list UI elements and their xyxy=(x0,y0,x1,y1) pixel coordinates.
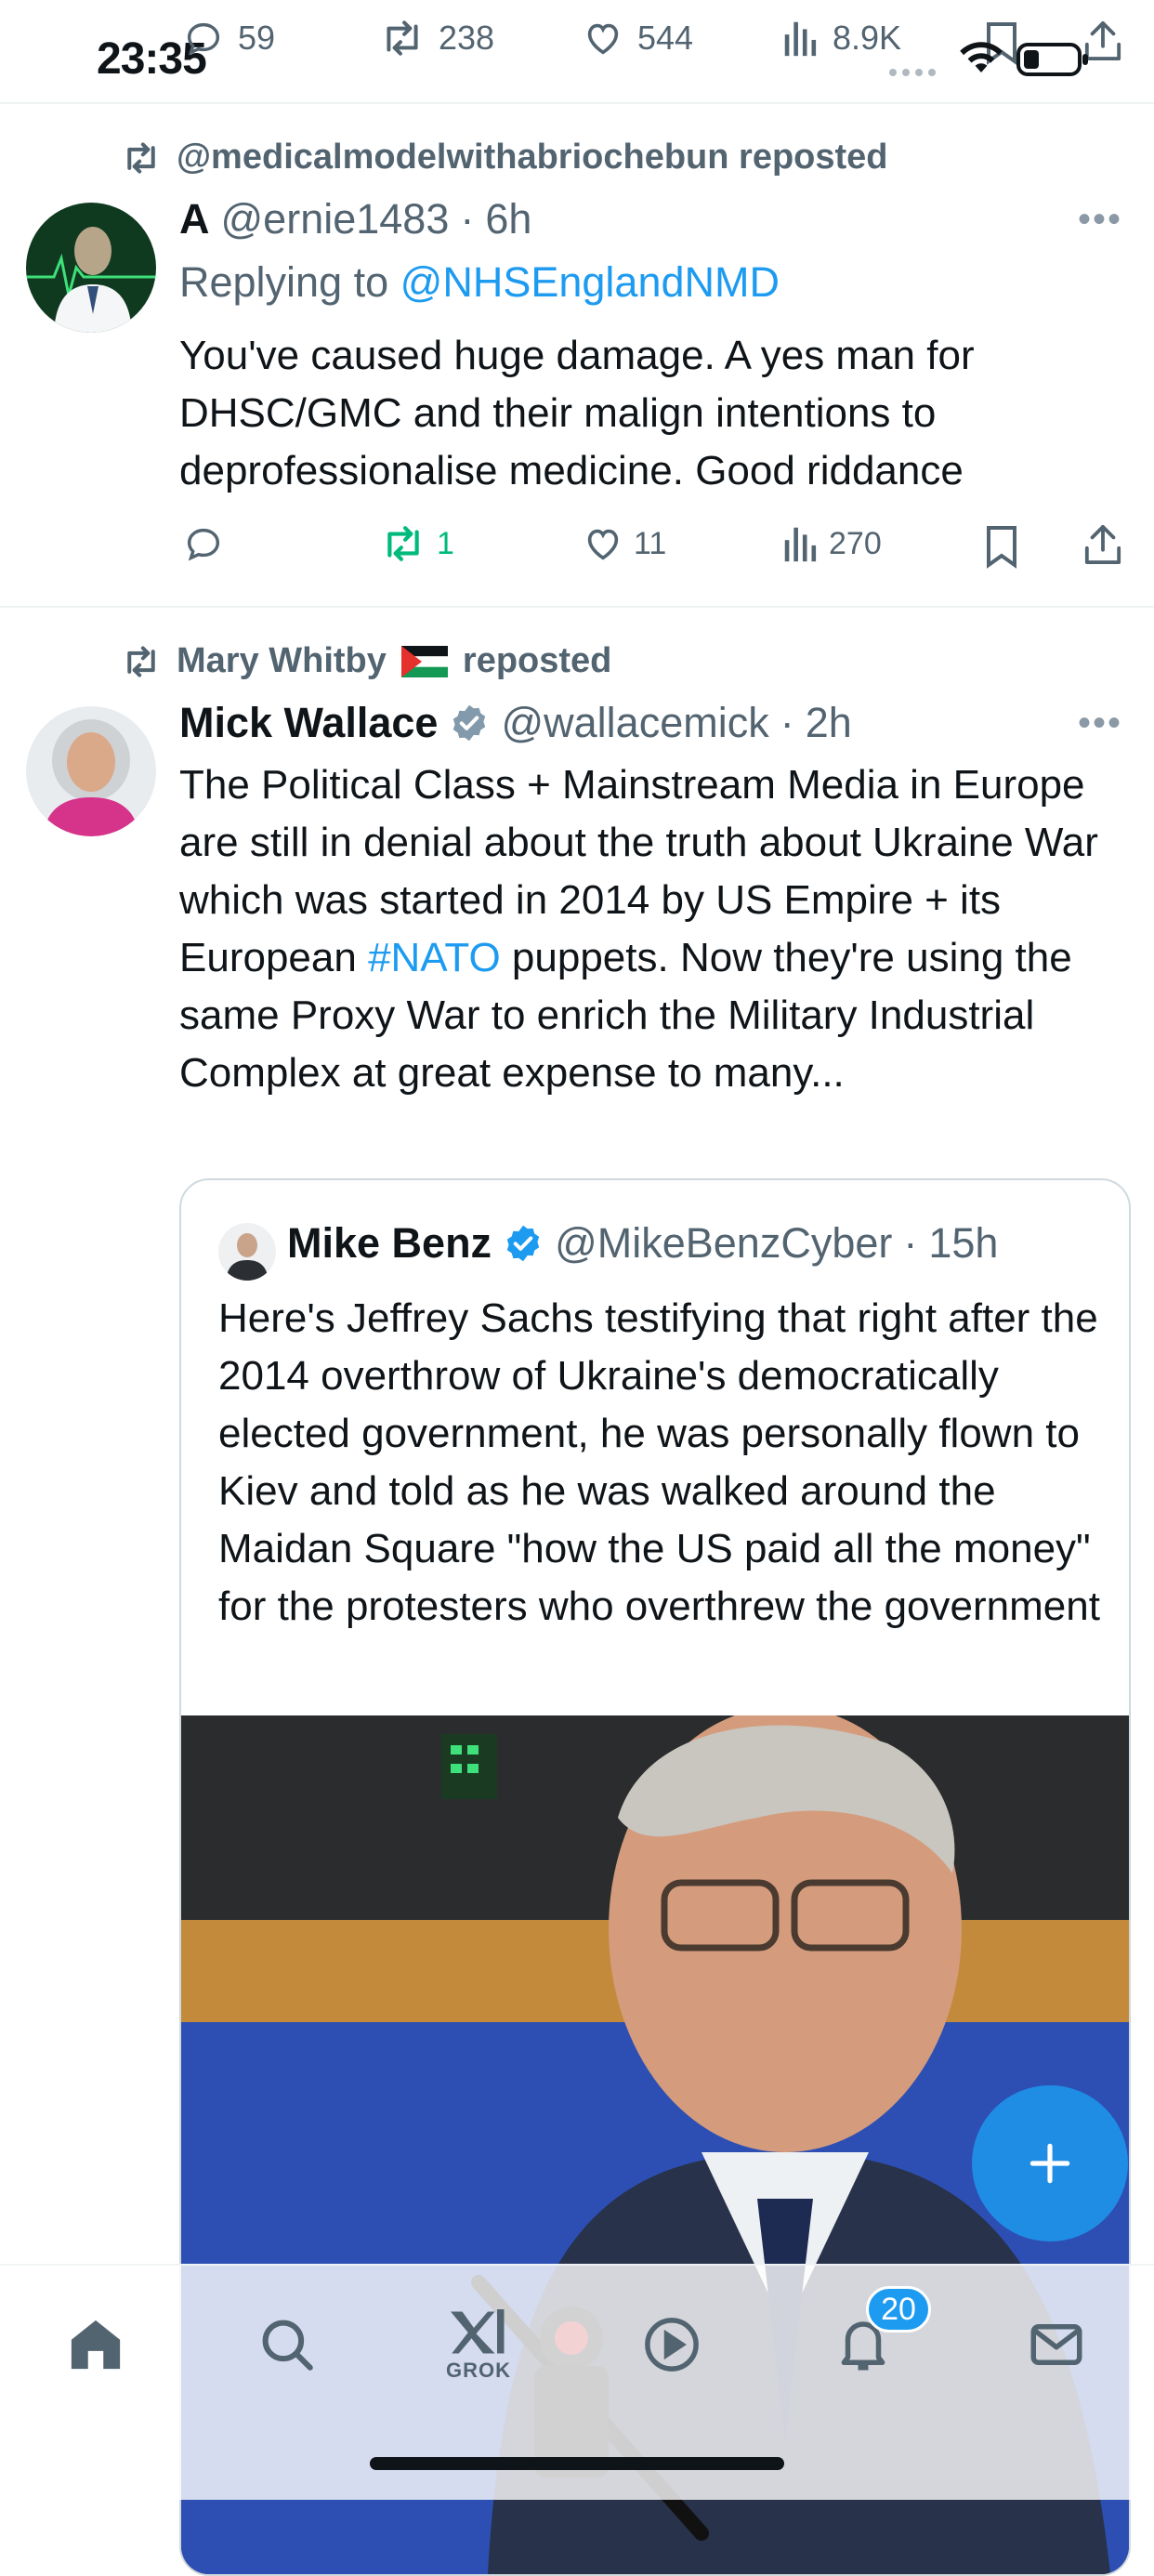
nav-grok[interactable]: GROK xyxy=(437,2303,520,2386)
top-divider xyxy=(0,102,1154,104)
more-options-icon[interactable]: ••• xyxy=(1078,703,1122,744)
repost-label-suffix: reposted xyxy=(462,641,612,680)
wifi-icon xyxy=(957,39,1005,76)
repost-icon xyxy=(121,139,162,177)
quote-time: 15h xyxy=(928,1219,999,1267)
nav-search[interactable] xyxy=(245,2303,329,2386)
nav-messages[interactable] xyxy=(1015,2303,1098,2386)
quote-text: Here's Jeffrey Sachs testifying that rig… xyxy=(218,1295,1100,1629)
author-name[interactable]: A xyxy=(179,195,210,243)
reply-count: 59 xyxy=(238,19,276,57)
bookmark-button[interactable] xyxy=(983,524,1020,569)
repost-header: Mary Whitby reposted xyxy=(121,641,611,681)
dot-separator: · xyxy=(903,1219,918,1267)
repost-icon xyxy=(379,522,427,565)
quote-header: Mike Benz @MikeBenzCyber · 15h xyxy=(287,1219,998,1268)
dot-separator: · xyxy=(460,195,475,243)
tweet-time[interactable]: 6h xyxy=(485,195,531,243)
views-icon xyxy=(782,17,820,59)
quote-avatar xyxy=(218,1223,276,1281)
like-button[interactable]: 11 xyxy=(582,522,666,565)
mail-icon xyxy=(1026,2314,1087,2375)
views-count: 270 xyxy=(829,525,882,561)
share-icon xyxy=(1083,522,1122,567)
top-repost-button[interactable]: 238 xyxy=(379,17,494,59)
home-icon xyxy=(65,2314,126,2375)
top-like-button[interactable]: 544 xyxy=(582,17,693,59)
views-count: 8.9K xyxy=(833,19,902,57)
verified-badge-icon xyxy=(449,703,490,743)
nav-video[interactable] xyxy=(630,2303,714,2386)
reply-icon xyxy=(182,522,225,565)
top-reply-button[interactable]: 59 xyxy=(182,17,275,59)
repost-button[interactable]: 1 xyxy=(379,522,454,565)
battery-icon xyxy=(1016,41,1091,78)
replying-to-link[interactable]: @NHSEnglandNMD xyxy=(400,258,780,306)
quote-author-handle: @MikeBenzCyber xyxy=(555,1219,893,1267)
author-handle[interactable]: @ernie1483 xyxy=(221,195,450,243)
tweet-text: You've caused huge damage. A yes man for… xyxy=(179,333,975,493)
compose-button[interactable] xyxy=(972,2085,1128,2241)
repost-label[interactable]: @medicalmodelwithabriochebun reposted xyxy=(177,138,888,177)
home-indicator xyxy=(370,2457,784,2470)
tweet-header: A @ernie1483 · 6h xyxy=(179,195,531,243)
replying-prefix: Replying to xyxy=(179,258,389,306)
heart-icon xyxy=(582,522,624,565)
repost-icon xyxy=(121,643,162,680)
action-bar: 1 11 270 xyxy=(182,522,1121,571)
like-count: 544 xyxy=(637,19,694,57)
nav-home[interactable] xyxy=(54,2303,138,2386)
heart-icon xyxy=(582,17,624,59)
top-views-button[interactable]: 8.9K xyxy=(782,17,901,59)
avatar[interactable] xyxy=(26,706,156,836)
share-button[interactable] xyxy=(1083,522,1122,567)
play-circle-icon xyxy=(641,2314,702,2375)
tweet-header: Mick Wallace @wallacemick · 2h xyxy=(179,699,852,747)
grok-icon xyxy=(446,2307,511,2359)
author-name[interactable]: Mick Wallace xyxy=(179,699,438,747)
plus-icon xyxy=(1024,2137,1076,2189)
views-icon xyxy=(782,522,820,565)
tweet-time[interactable]: 2h xyxy=(806,699,852,747)
repost-count: 1 xyxy=(437,525,454,561)
views-button[interactable]: 270 xyxy=(782,522,882,565)
replying-to: Replying to @NHSEnglandNMD xyxy=(179,258,780,307)
search-icon xyxy=(256,2314,318,2375)
reply-icon xyxy=(182,17,225,59)
tweet-text: The Political Class + Mainstream Media i… xyxy=(179,756,1118,1102)
grok-label: GROK xyxy=(446,2359,511,2382)
repost-label-name[interactable]: Mary Whitby xyxy=(177,641,387,681)
reply-button[interactable] xyxy=(182,522,225,565)
palestine-flag-icon xyxy=(400,645,448,677)
dot-separator: · xyxy=(780,699,794,746)
repost-count: 238 xyxy=(439,19,495,57)
avatar[interactable] xyxy=(26,203,156,333)
hashtag-link[interactable]: #NATO xyxy=(368,935,501,980)
author-handle[interactable]: @wallacemick xyxy=(501,699,768,747)
quote-author-name: Mike Benz xyxy=(287,1219,492,1267)
repost-icon xyxy=(379,17,426,59)
tweet-divider xyxy=(0,606,1154,608)
bookmark-icon xyxy=(983,524,1020,569)
verified-badge-icon xyxy=(503,1223,544,1264)
more-options-icon[interactable]: ••• xyxy=(1078,199,1122,241)
notifications-badge: 20 xyxy=(866,2286,931,2333)
repost-header: @medicalmodelwithabriochebun reposted xyxy=(121,138,888,177)
like-count: 11 xyxy=(634,525,667,561)
signal-dots-icon xyxy=(888,67,940,78)
